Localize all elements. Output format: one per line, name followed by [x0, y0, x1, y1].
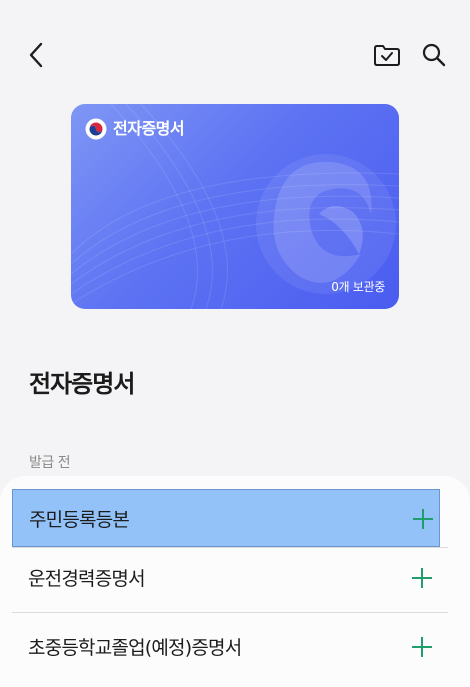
list-item-resident-registration[interactable]: 주민등록등본 [12, 489, 440, 547]
section-label: 발급 전 [29, 455, 71, 471]
divider [12, 612, 448, 613]
taegeuk-emblem-icon [85, 118, 107, 140]
divider [12, 547, 448, 548]
search-icon [422, 43, 446, 67]
list-item-label: 초중등학교졸업(예정)증명서 [28, 637, 242, 659]
card-title: 전자증명서 [113, 119, 185, 138]
chevron-left-icon [29, 42, 43, 68]
folder-check-icon [374, 45, 400, 66]
saved-folder-button[interactable] [372, 42, 402, 68]
list-item-driving-record[interactable]: 운전경력증명서 [12, 549, 440, 607]
plus-icon[interactable] [410, 566, 434, 590]
certificate-wallet-card[interactable]: 전자증명서 0개 보관중 [71, 104, 399, 309]
search-button[interactable] [420, 41, 448, 69]
list-item-graduation-certificate[interactable]: 초중등학교졸업(예정)증명서 [12, 618, 440, 676]
top-bar [0, 0, 470, 110]
card-stored-count: 0개 보관중 [331, 280, 385, 294]
back-button[interactable] [24, 40, 52, 70]
list-item-label: 주민등록등본 [29, 509, 130, 531]
plus-icon[interactable] [411, 507, 435, 531]
plus-icon[interactable] [410, 635, 434, 659]
list-item-label: 운전경력증명서 [28, 568, 146, 590]
page-title: 전자증명서 [29, 370, 135, 398]
